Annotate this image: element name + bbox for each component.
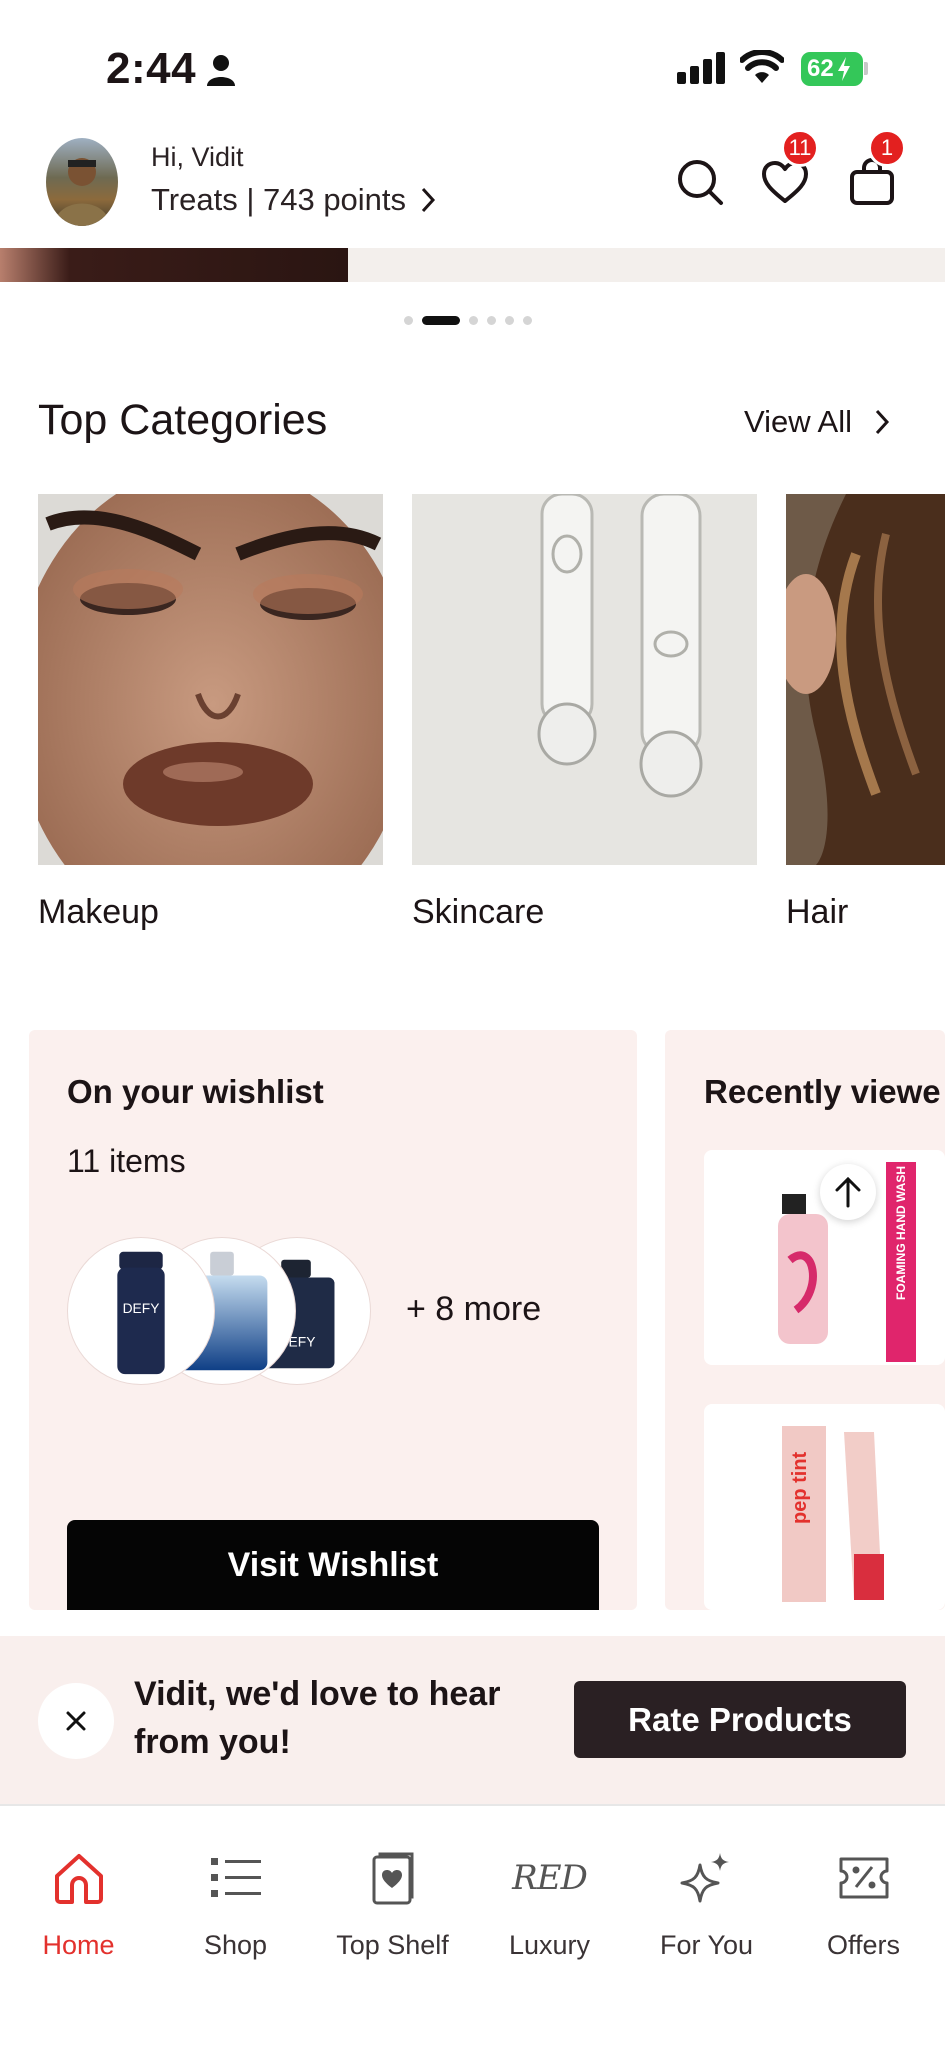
nav-top-shelf-label: Top Shelf [336,1930,449,1960]
treats-points-label: Treats | 743 points [151,182,407,217]
rate-message: Vidit, we'd love to hear from you! [134,1675,501,1761]
carousel-dot[interactable] [505,316,514,325]
nav-shop-label: Shop [203,1930,268,1960]
wishlist-thumb-1-text: DEFY [123,1300,160,1316]
search-icon [678,160,723,205]
nav-luxury[interactable]: RED Luxury [471,1848,628,1961]
carousel-dot-active[interactable] [422,316,460,325]
wishlist-thumb-1[interactable]: DEFY [67,1237,215,1385]
rate-products-button[interactable]: Rate Products [574,1681,906,1758]
close-banner-button[interactable] [38,1683,114,1759]
charging-bolt-icon [837,57,850,81]
category-skincare-label[interactable]: Skincare [412,893,544,932]
nav-home[interactable]: Home [0,1848,157,1961]
category-makeup-image[interactable] [38,494,383,865]
cellular-signal-icon [677,52,725,84]
search-button[interactable] [674,156,726,208]
nav-shop[interactable]: Shop [157,1848,314,1961]
greeting-text: Hi, Vidit [151,142,244,172]
close-icon [66,1711,86,1731]
red-logo-icon: RED [512,1858,588,1898]
carousel-dot[interactable] [523,316,532,325]
category-hair-image[interactable] [786,494,945,865]
category-hair-label[interactable]: Hair [786,893,848,932]
visit-wishlist-button[interactable]: Visit Wishlist [67,1520,599,1610]
wishlist-count-badge: 11 [781,129,819,167]
avatar-photo [54,158,110,226]
makeup-photo [38,494,383,865]
bag-count-badge: 1 [868,129,906,167]
wishlist-more-count: + 8 more [406,1290,542,1328]
carousel-dots [404,316,532,325]
hero-banner-image[interactable] [0,248,348,282]
nav-for-you[interactable]: For You [628,1848,785,1961]
carousel-dot[interactable] [404,316,413,325]
wishlist-item-count: 11 items [67,1143,186,1179]
carousel-dot[interactable] [469,316,478,325]
nav-luxury-label: Luxury [508,1930,591,1960]
deodorant-can-image: DEFY [117,1251,165,1375]
wishlist-card-title: On your wishlist [67,1073,324,1110]
recently-viewed-title: Recently viewe [704,1073,941,1110]
top-shelf-icon [372,1852,413,1905]
category-skincare-image[interactable] [412,494,757,865]
hair-photo [786,494,945,865]
view-all-label: View All [744,404,852,439]
hero-banner-next[interactable] [348,248,945,282]
battery-level: 62 [807,55,834,82]
top-categories-title: Top Categories [38,396,328,444]
avatar[interactable] [46,138,118,226]
carousel-dot[interactable] [487,316,496,325]
battery-indicator: 62 [801,52,863,86]
foaming-hand-wash-label: FOAMING HAND WASH [894,1166,908,1300]
scroll-to-top-button[interactable] [820,1164,876,1220]
nav-offers[interactable]: Offers [785,1848,942,1961]
status-time: 2:44 [106,44,197,93]
wifi-icon [740,50,784,83]
category-makeup-label[interactable]: Makeup [38,893,159,932]
view-all-link[interactable]: View All [744,404,890,440]
person-icon [207,55,235,86]
skincare-photo [412,494,757,865]
treats-points-link[interactable]: Treats | 743 points [151,182,436,218]
nav-top-shelf[interactable]: Top Shelf [314,1848,471,1961]
recently-viewed-item-2[interactable]: pep tint [704,1404,945,1610]
home-icon [54,1854,103,1904]
pep-tint-image: pep tint [782,1426,884,1602]
nav-for-you-label: For You [659,1930,754,1960]
sparkle-icon [680,1853,729,1903]
battery-cap [864,62,868,75]
nav-home-label: Home [42,1930,115,1960]
chevron-right-icon [875,409,890,435]
arrow-up-icon [835,1176,861,1208]
pep-tint-label: pep tint [789,1451,811,1524]
chevron-right-icon [421,187,436,213]
list-icon [210,1858,261,1897]
nav-offers-label: Offers [826,1930,901,1960]
offers-icon [839,1857,888,1899]
